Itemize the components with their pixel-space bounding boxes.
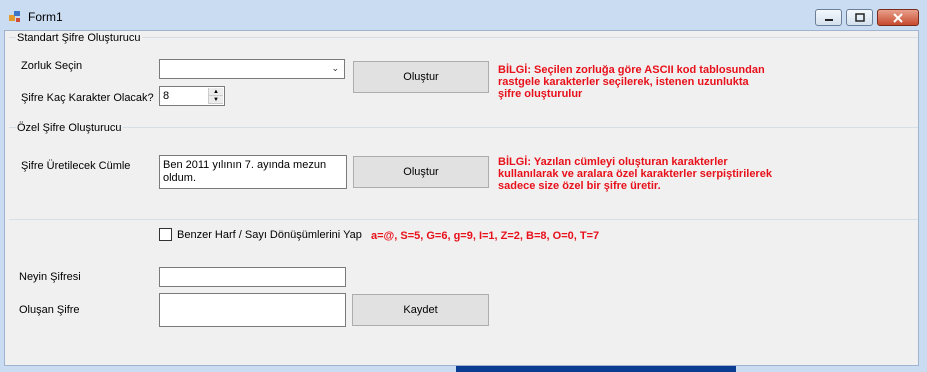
standard-info-line: şifre oluşturulur: [498, 88, 583, 100]
length-spinner[interactable]: ▲ ▼: [208, 88, 223, 104]
maximize-button[interactable]: [846, 9, 873, 26]
standard-info-text: BİLGİ: Seçilen zorluğa göre ASCII kod ta…: [498, 64, 765, 100]
difficulty-combobox[interactable]: ⌄: [159, 59, 345, 79]
length-numeric-stepper[interactable]: 8 ▲ ▼: [159, 86, 225, 106]
result-output[interactable]: [159, 293, 346, 327]
taskbar-highlight: [456, 366, 736, 372]
target-label: Neyin Şifresi: [19, 271, 81, 283]
title-bar[interactable]: Form1: [0, 0, 927, 30]
chevron-down-icon[interactable]: ⌄: [331, 63, 339, 74]
close-icon: [893, 12, 903, 23]
window-title: Form1: [28, 10, 63, 24]
save-button[interactable]: Kaydet: [352, 294, 489, 326]
spin-up-icon[interactable]: ▲: [209, 88, 223, 96]
sentence-input[interactable]: Ben 2011 yılının 7. ayında mezun oldum.: [159, 155, 347, 189]
custom-password-group: Özel Şifre Oluşturucu Şifre Üretilecek C…: [9, 122, 918, 220]
standard-generate-button[interactable]: Oluştur: [353, 61, 489, 93]
maximize-icon: [854, 13, 865, 22]
custom-info-line: BİLGİ: Yazılan cümleyi oluşturan karakte…: [498, 156, 728, 168]
standard-group-title: Standart Şifre Oluşturucu: [16, 32, 142, 44]
substitution-label[interactable]: Benzer Harf / Sayı Dönüşümlerini Yap: [177, 229, 362, 241]
custom-info-line: sadece size özel bir şifre üretir.: [498, 180, 661, 192]
standard-info-line: BİLGİ: Seçilen zorluğa göre ASCII kod ta…: [498, 64, 765, 76]
custom-generate-button[interactable]: Oluştur: [353, 156, 489, 188]
spin-down-icon[interactable]: ▼: [209, 96, 223, 104]
difficulty-label: Zorluk Seçin: [21, 60, 83, 72]
minimize-icon: [824, 18, 833, 21]
sentence-label: Şifre Üretilecek Cümle: [21, 160, 131, 172]
substitution-map-text: a=@, S=5, G=6, g=9, I=1, Z=2, B=8, O=0, …: [371, 230, 600, 242]
standard-password-group: Standart Şifre Oluşturucu Zorluk Seçin ⌄…: [9, 32, 918, 125]
length-label: Şifre Kaç Karakter Olacak?: [21, 92, 154, 104]
form-client-area: Standart Şifre Oluşturucu Zorluk Seçin ⌄…: [4, 30, 919, 366]
custom-info-text: BİLGİ: Yazılan cümleyi oluşturan karakte…: [498, 156, 772, 192]
target-input[interactable]: [159, 267, 346, 287]
custom-group-title: Özel Şifre Oluşturucu: [16, 122, 123, 134]
substitution-checkbox[interactable]: [159, 228, 172, 241]
custom-info-line: kullanılarak ve aralara özel karakterler…: [498, 168, 772, 180]
close-button[interactable]: [877, 9, 919, 26]
length-value: 8: [163, 90, 170, 102]
result-label: Oluşan Şifre: [19, 304, 80, 316]
form-app-icon: [9, 11, 20, 22]
minimize-button[interactable]: [815, 9, 842, 26]
standard-info-line: rastgele karakterler seçilerek, istenen …: [498, 76, 749, 88]
